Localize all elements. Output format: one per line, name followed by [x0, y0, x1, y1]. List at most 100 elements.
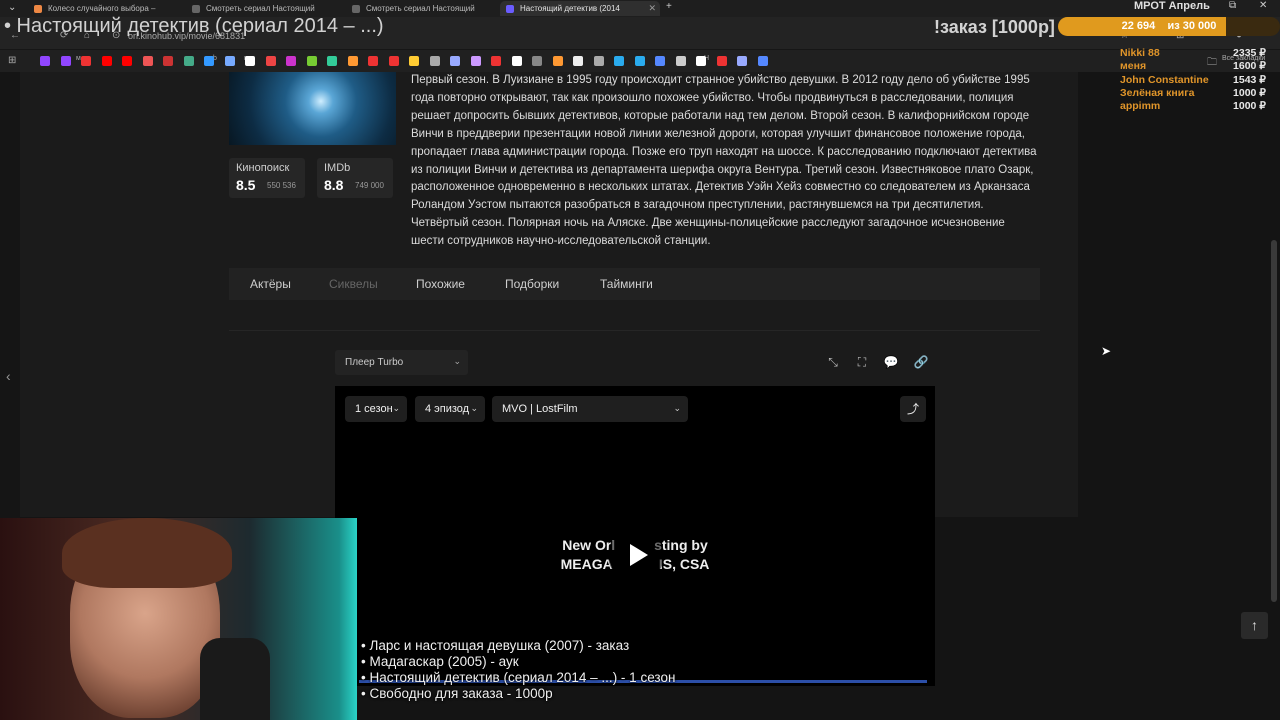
bookmark-icon[interactable]: [368, 56, 378, 66]
bookmark-icon[interactable]: [491, 56, 501, 66]
rating-count: 550 536: [267, 181, 296, 190]
wheel-favicon-icon: [34, 5, 42, 13]
donor-amount: 1543 ₽: [1233, 74, 1266, 86]
bookmark-icon[interactable]: [265, 56, 276, 66]
donor-name: John Constantine: [1120, 74, 1209, 86]
bookmark-icon[interactable]: [716, 56, 727, 66]
browser-tab-1[interactable]: Колесо случайного выбора –: [28, 1, 158, 16]
donor-amount: 1600 ₽: [1233, 60, 1266, 72]
mail-icon[interactable]: [81, 56, 91, 66]
season-select[interactable]: 1 сезон ⌄: [345, 396, 407, 422]
movie-description: Первый сезон. В Луизиане в 1995 году про…: [411, 74, 1037, 248]
donor-name: appimm: [1120, 100, 1161, 112]
rating-count: 749 000: [355, 181, 384, 190]
bookmark-icon[interactable]: [245, 56, 255, 66]
tab-search-icon[interactable]: ⌄: [8, 2, 16, 13]
bookmark-icon[interactable]: [224, 56, 235, 66]
rating-source: Кинопоиск: [236, 162, 290, 174]
bookmark-icon[interactable]: [573, 56, 583, 66]
webcam-overlay: [0, 518, 357, 720]
donor-row: меня 1600 ₽: [1120, 60, 1270, 73]
tab-similar[interactable]: Похожие: [416, 277, 465, 291]
bookmark-icon[interactable]: [593, 56, 604, 66]
episode-select[interactable]: 4 эпизод ⌄: [415, 396, 485, 422]
link-icon[interactable]: 🔗: [910, 352, 932, 372]
donor-amount: 1000 ₽: [1233, 100, 1266, 112]
movie-tabs: Актёры Сиквелы Похожие Подборки Тайминги: [229, 268, 1040, 300]
queue-item: • Настоящий детектив (сериал 2014 – ...)…: [361, 670, 676, 685]
bookmark-icon[interactable]: [511, 56, 522, 66]
voice-select[interactable]: MVO | LostFilm ⌄: [492, 396, 688, 422]
fullscreen-icon[interactable]: ⛶: [851, 352, 873, 372]
tab-label: Смотреть сериал Настоящий: [206, 4, 315, 13]
bookmark-icon[interactable]: [450, 56, 460, 66]
apps-grid-icon[interactable]: ⊞: [8, 55, 16, 66]
donation-goal-bar: 22 694 из 30 000: [1058, 17, 1280, 36]
bookmark-icon[interactable]: [347, 56, 358, 66]
bookmark-icon[interactable]: [327, 56, 337, 66]
tab-collections[interactable]: Подборки: [505, 277, 559, 291]
mouse-cursor-icon: ➤: [1101, 344, 1112, 358]
bookmark-icon[interactable]: [737, 56, 747, 66]
stream-title-overlay: • Настоящий детектив (сериал 2014 – ...): [4, 15, 384, 37]
rating-source: IMDb: [324, 162, 351, 174]
comments-icon[interactable]: 💬: [880, 352, 902, 372]
tab-sequels[interactable]: Сиквелы: [329, 277, 378, 291]
tab-actors[interactable]: Актёры: [250, 277, 291, 291]
bookmark-icon[interactable]: [183, 56, 194, 66]
scroll-to-top-button[interactable]: ↑: [1241, 612, 1268, 639]
bookmark-icon[interactable]: [470, 56, 481, 66]
tab-label: Колесо случайного выбора –: [48, 4, 156, 13]
voice-label: MVO | LostFilm: [502, 403, 578, 415]
rating-value: 8.8: [324, 177, 344, 193]
share-icon[interactable]: ⤴: [900, 396, 926, 422]
bookmark-icon[interactable]: [409, 56, 419, 66]
movie-poster: [229, 72, 396, 145]
bookmark-icon[interactable]: [675, 56, 686, 66]
bookmark-icon[interactable]: [757, 56, 768, 66]
bookmark-icon[interactable]: [696, 56, 706, 66]
order-price-overlay: !заказ [1000р]: [934, 17, 1055, 37]
browser-tab-3[interactable]: Смотреть сериал Настоящий: [346, 1, 496, 16]
bookmark-icon[interactable]: [552, 56, 563, 66]
restore-window-icon[interactable]: ⧉: [1229, 0, 1236, 11]
bookmark-icon[interactable]: [429, 56, 440, 66]
youtube-icon[interactable]: [122, 56, 132, 66]
play-icon: [630, 544, 648, 566]
tab-timings[interactable]: Тайминги: [600, 277, 653, 291]
scrollbar-thumb[interactable]: [1271, 240, 1277, 602]
twitch-icon[interactable]: [40, 56, 50, 66]
player-source-select[interactable]: Плеер Turbo ⌄: [335, 350, 468, 375]
new-tab-button[interactable]: +: [666, 1, 672, 12]
donor-row: appimm 1000 ₽: [1120, 100, 1270, 113]
goal-title: МРОТ Апрель: [1134, 0, 1210, 12]
chevron-down-icon: ⌄: [392, 403, 400, 413]
bookmark-icon[interactable]: [306, 56, 317, 66]
close-tab-icon[interactable]: ✕: [648, 1, 656, 16]
twitch-icon[interactable]: [60, 56, 71, 66]
bookmark-icon[interactable]: [655, 56, 665, 66]
telegram-icon[interactable]: [634, 56, 645, 66]
close-window-icon[interactable]: ✕: [1259, 0, 1267, 11]
bookmark-icon[interactable]: [163, 56, 173, 66]
season-label: 1 сезон: [355, 403, 393, 415]
mail-icon[interactable]: [142, 56, 153, 66]
youtube-icon[interactable]: [101, 56, 112, 66]
browser-tab-active[interactable]: Настоящий детектив (2014 ✕: [500, 1, 660, 16]
telegram-icon[interactable]: [614, 56, 624, 66]
browser-tab-2[interactable]: Смотреть сериал Настоящий: [186, 1, 346, 16]
bookmark-icon[interactable]: [532, 56, 542, 66]
streamer-hair: [62, 518, 232, 588]
bookmark-icon[interactable]: [204, 56, 214, 66]
bookmark-icon[interactable]: [286, 56, 296, 66]
queue-item: • Мадагаскар (2005) - аук: [361, 654, 519, 669]
chevron-down-icon: ⌄: [453, 356, 461, 366]
bookmark-icon[interactable]: [388, 56, 399, 66]
play-button[interactable]: [608, 527, 664, 583]
donor-amount: 2335 ₽: [1233, 47, 1266, 59]
collapse-icon[interactable]: ⤡: [822, 352, 844, 372]
episode-label: 4 эпизод: [425, 403, 470, 415]
donor-row: John Constantine 1543 ₽: [1120, 74, 1270, 87]
chevron-left-icon[interactable]: ‹: [6, 368, 11, 384]
tab-label: Настоящий детектив (2014: [520, 4, 620, 13]
